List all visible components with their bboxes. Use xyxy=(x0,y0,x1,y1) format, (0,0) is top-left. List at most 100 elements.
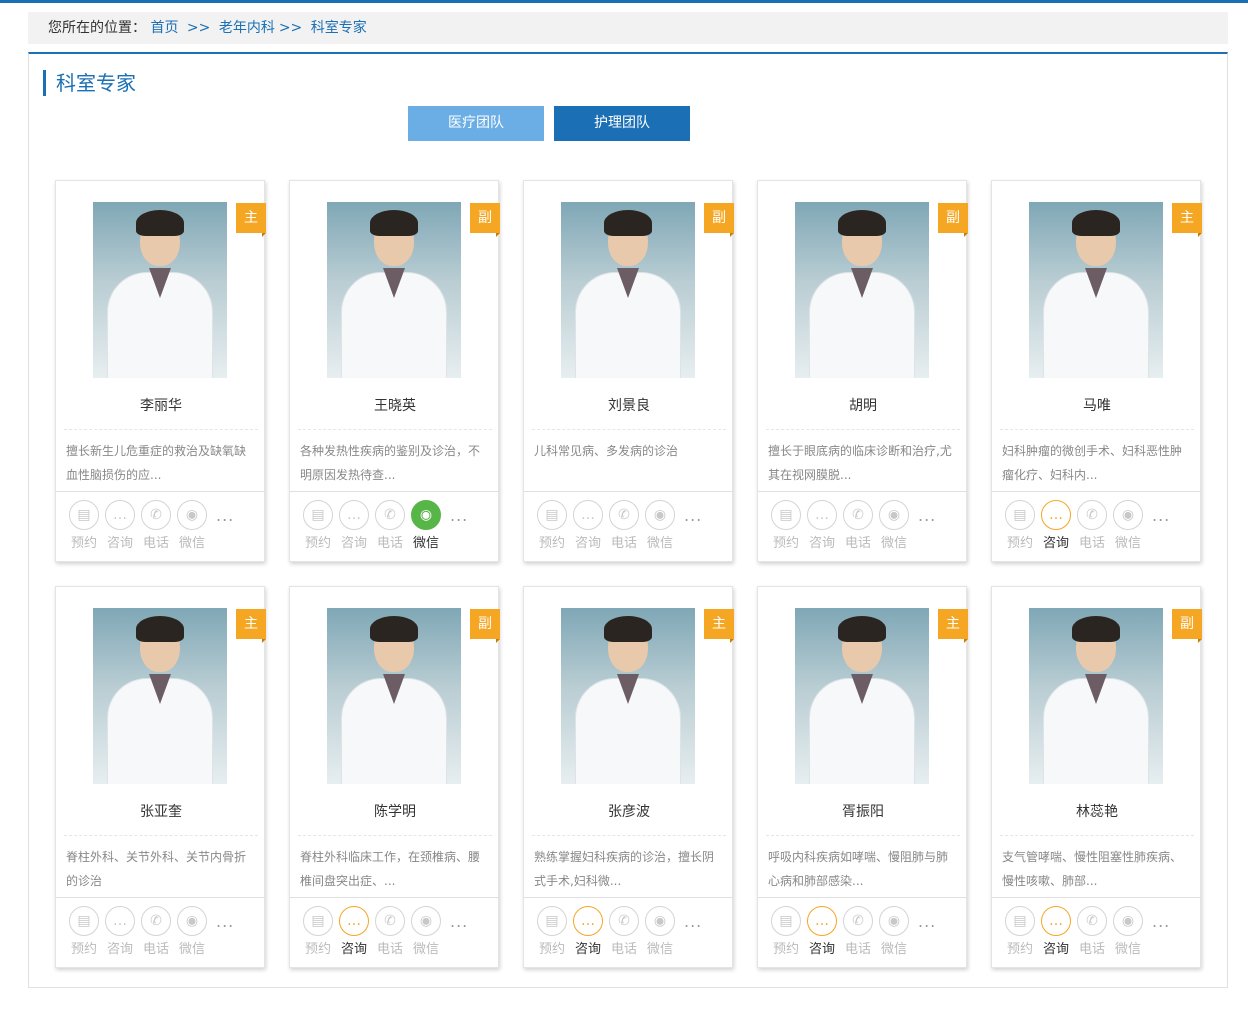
consult-button[interactable]: … 咨询 xyxy=(1038,906,1074,957)
breadcrumb-home-link[interactable]: 首页 xyxy=(150,20,178,36)
appointment-button[interactable]: ▤ 预约 xyxy=(768,500,804,551)
doctor-name[interactable]: 胡明 xyxy=(758,395,968,415)
doctor-photo-hair xyxy=(136,616,184,642)
phone-button[interactable]: ✆ 电话 xyxy=(606,906,642,957)
appointment-button[interactable]: ▤ 预约 xyxy=(534,906,570,957)
doctor-photo[interactable] xyxy=(1029,608,1163,784)
consult-button[interactable]: … 咨询 xyxy=(1038,500,1074,551)
consult-button[interactable]: … 咨询 xyxy=(570,906,606,957)
wechat-button[interactable]: ◉ 微信 xyxy=(876,906,912,957)
phone-button[interactable]: ✆ 电话 xyxy=(840,500,876,551)
doctor-name[interactable]: 李丽华 xyxy=(56,395,266,415)
doctor-card[interactable]: 主李丽华 擅长新生儿危重症的救治及缺氧缺血性脑损伤的应... ▤ 预约 … 咨询 ✆ 电话 ◉ 微… xyxy=(55,180,266,562)
more-options-icon[interactable]: ... xyxy=(918,506,936,525)
doctor-card[interactable]: 副刘景良 儿科常见病、多发病的诊治 ▤ 预约 … 咨询 ✆ 电话 ◉ 微信... xyxy=(523,180,734,562)
phone-button[interactable]: ✆ 电话 xyxy=(606,500,642,551)
more-options-icon[interactable]: ... xyxy=(918,912,936,931)
doctor-name[interactable]: 刘景良 xyxy=(524,395,734,415)
wechat-label: 微信 xyxy=(1114,536,1141,551)
appointment-button[interactable]: ▤ 预约 xyxy=(66,500,102,551)
wechat-label: 微信 xyxy=(646,536,673,551)
tab-medical-team[interactable]: 医疗团队 xyxy=(408,106,544,141)
doctor-card[interactable]: 副胡明 擅长于眼底病的临床诊断和治疗,尤其在视网膜脱... ▤ 预约 … 咨询 ✆ 电话 ◉ 微信… xyxy=(757,180,968,562)
consult-label: 咨询 xyxy=(106,942,133,957)
doctor-photo[interactable] xyxy=(93,202,227,378)
doctor-photo[interactable] xyxy=(327,608,461,784)
doctor-description: 呼吸内科疾病如哮喘、慢阻肺与肺心病和肺部感染... xyxy=(768,850,949,888)
appointment-button[interactable]: ▤ 预约 xyxy=(300,500,336,551)
consult-label: 咨询 xyxy=(574,942,601,957)
phone-button[interactable]: ✆ 电话 xyxy=(1074,906,1110,957)
doctor-photo[interactable] xyxy=(795,608,929,784)
doctor-card[interactable]: 副陈学明 脊柱外科临床工作，在颈椎病、腰椎间盘突出症、... ▤ 预约 … 咨询 ✆ 电话 ◉ 微… xyxy=(289,586,500,968)
phone-button[interactable]: ✆ 电话 xyxy=(840,906,876,957)
wechat-button[interactable]: ◉ 微信 xyxy=(1110,500,1146,551)
phone-button[interactable]: ✆ 电话 xyxy=(138,906,174,957)
phone-label: 电话 xyxy=(610,942,637,957)
wechat-button[interactable]: ◉ 微信 xyxy=(174,906,210,957)
doctor-photo[interactable] xyxy=(561,608,695,784)
wechat-button[interactable]: ◉ 微信 xyxy=(408,906,444,957)
doctor-card[interactable]: 主马唯 妇科肿瘤的微创手术、妇科恶性肿瘤化疗、妇科内... ▤ 预约 … 咨询 ✆ 电话 ◉ 微信… xyxy=(991,180,1202,562)
consult-button[interactable]: … 咨询 xyxy=(336,500,372,551)
appointment-button[interactable]: ▤ 预约 xyxy=(66,906,102,957)
doctor-name[interactable]: 张亚奎 xyxy=(56,801,266,821)
more-options-icon[interactable]: ... xyxy=(450,912,468,931)
doctor-card[interactable]: 副王晓英各种发热性疾病的鉴别及诊治，不明原因发热待查... ▤ 预约 … 咨询 ✆ 电话 ◉ 微… xyxy=(289,180,500,562)
wechat-button[interactable]: ◉ 微信 xyxy=(876,500,912,551)
wechat-button[interactable]: ◉ 微信 xyxy=(1110,906,1146,957)
doctor-name[interactable]: 陈学明 xyxy=(290,801,500,821)
expert-panel: 科室专家 医疗团队 护理团队 主李丽华 擅长新生儿危重症的救治及缺氧缺血性脑损伤的… xyxy=(28,52,1228,988)
doctor-name[interactable]: 张彦波 xyxy=(524,801,734,821)
doctor-card[interactable]: 主张彦波 熟练掌握妇科疾病的诊治，擅长阴式手术,妇科微... ▤ 预约 … 咨询 ✆ 电话 ◉ 微… xyxy=(523,586,734,968)
phone-button[interactable]: ✆ 电话 xyxy=(138,500,174,551)
breadcrumb-dept-link[interactable]: 老年内科 xyxy=(219,20,275,36)
doctor-photo[interactable] xyxy=(93,608,227,784)
appointment-button[interactable]: ▤ 预约 xyxy=(1002,500,1038,551)
wechat-button[interactable]: ◉ 微信 xyxy=(642,500,678,551)
doctor-description: 各种发热性疾病的鉴别及诊治，不明原因发热待查... xyxy=(300,444,481,482)
more-options-icon[interactable]: ... xyxy=(1152,912,1170,931)
consult-button[interactable]: … 咨询 xyxy=(102,906,138,957)
doctor-photo-hair xyxy=(370,210,418,236)
more-options-icon[interactable]: ... xyxy=(1152,506,1170,525)
more-options-icon[interactable]: ... xyxy=(450,506,468,525)
consult-button[interactable]: … 咨询 xyxy=(570,500,606,551)
doctor-photo[interactable] xyxy=(1029,202,1163,378)
doctor-card[interactable]: 主张亚奎 脊柱外科、关节外科、关节内骨折的诊治 ▤ 预约 … 咨询 ✆ 电话 ◉ 微信... xyxy=(55,586,266,968)
tab-nursing-team[interactable]: 护理团队 xyxy=(554,106,690,141)
appointment-button[interactable]: ▤ 预约 xyxy=(768,906,804,957)
more-options-icon[interactable]: ... xyxy=(684,506,702,525)
chat-bubble-icon: … xyxy=(807,906,837,936)
chat-bubble-icon: … xyxy=(573,906,603,936)
more-options-icon[interactable]: ... xyxy=(216,506,234,525)
wechat-button[interactable]: ◉ 微信 xyxy=(408,500,444,551)
doctor-card[interactable]: 主胥振阳 呼吸内科疾病如哮喘、慢阻肺与肺心病和肺部感染... ▤ 预约 … 咨询 ✆ 电话 ◉ 微… xyxy=(757,586,968,968)
phone-button[interactable]: ✆ 电话 xyxy=(372,906,408,957)
doctor-name[interactable]: 王晓英 xyxy=(290,395,500,415)
doctor-photo[interactable] xyxy=(561,202,695,378)
doctor-title-badge: 副 xyxy=(470,203,500,237)
phone-button[interactable]: ✆ 电话 xyxy=(372,500,408,551)
breadcrumb-current-link[interactable]: 科室专家 xyxy=(311,20,367,36)
doctor-photo[interactable] xyxy=(327,202,461,378)
more-options-icon[interactable]: ... xyxy=(216,912,234,931)
wechat-button[interactable]: ◉ 微信 xyxy=(642,906,678,957)
doctor-photo[interactable] xyxy=(795,202,929,378)
consult-button[interactable]: … 咨询 xyxy=(804,500,840,551)
doctor-name[interactable]: 马唯 xyxy=(992,395,1202,415)
doctor-name[interactable]: 胥振阳 xyxy=(758,801,968,821)
appointment-button[interactable]: ▤ 预约 xyxy=(534,500,570,551)
consult-button[interactable]: … 咨询 xyxy=(336,906,372,957)
doctor-name[interactable]: 林蕊艳 xyxy=(992,801,1202,821)
consult-button[interactable]: … 咨询 xyxy=(102,500,138,551)
appointment-button[interactable]: ▤ 预约 xyxy=(1002,906,1038,957)
phone-icon: ✆ xyxy=(1077,906,1107,936)
wechat-button[interactable]: ◉ 微信 xyxy=(174,500,210,551)
more-options-icon[interactable]: ... xyxy=(684,912,702,931)
consult-button[interactable]: … 咨询 xyxy=(804,906,840,957)
phone-label: 电话 xyxy=(1078,536,1105,551)
doctor-card[interactable]: 副林蕊艳 支气管哮喘、慢性阻塞性肺疾病、慢性咳嗽、肺部... ▤ 预约 … 咨询 ✆ 电话 ◉ 微… xyxy=(991,586,1202,968)
phone-button[interactable]: ✆ 电话 xyxy=(1074,500,1110,551)
appointment-button[interactable]: ▤ 预约 xyxy=(300,906,336,957)
